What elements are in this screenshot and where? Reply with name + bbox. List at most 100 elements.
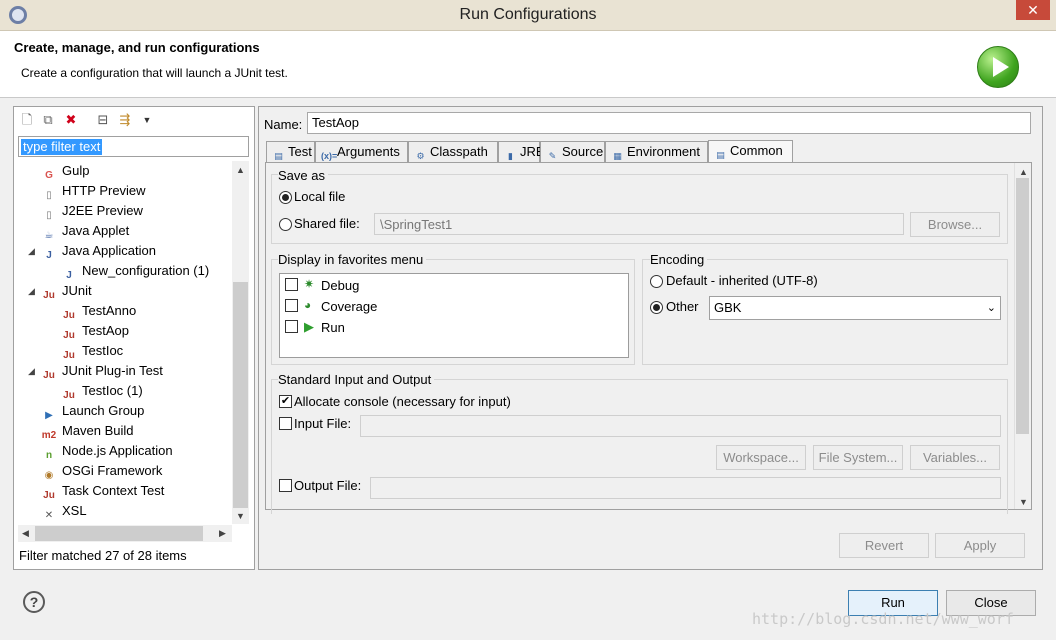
tab-test[interactable]: ▤ Test [266,141,315,162]
expand-toggle-icon[interactable]: ◢ [28,246,35,257]
tab-label: Common [730,143,783,158]
fav-debug-checkbox[interactable] [285,278,298,291]
scroll-left-icon[interactable]: ◀ [22,528,29,539]
scroll-down-icon[interactable]: ▼ [1019,497,1028,507]
output-file-checkbox[interactable] [279,479,292,492]
allocate-console-checkbox[interactable]: ✔ [279,395,292,408]
fav-debug-label: Debug [321,278,360,293]
local-file-radio[interactable] [279,191,292,204]
run-icon: ▶ [304,319,314,334]
tree-item[interactable]: ▯ J2EE Preview [41,202,143,221]
output-file-field[interactable] [370,477,1001,499]
tree-item[interactable]: m2 Maven Build [41,422,134,441]
tree-item[interactable]: n Node.js Application [41,442,173,461]
new-configuration-icon[interactable]: 🗋 [19,112,35,128]
tree-item[interactable]: Ju JUnit [41,282,91,301]
other-encoding-radio[interactable] [650,301,663,314]
java-application-icon: J [46,250,52,261]
tree-item-label: OSGi Framework [62,463,163,478]
tree-item[interactable]: ▶ Launch Group [41,402,144,421]
name-label: Name: [264,117,303,132]
local-file-label: Local file [294,189,346,204]
encoding-title: Encoding [650,252,708,267]
encoding-select[interactable]: GBK ⌄ [709,296,1001,320]
file-system-button[interactable]: File System... [813,445,903,470]
title-bar: Run Configurations [0,0,1056,31]
fav-coverage-checkbox[interactable] [285,299,298,312]
shared-file-field[interactable]: \SpringTest1 [374,213,904,235]
tree-item[interactable]: Ju TestAop [61,322,129,341]
stdio-title: Standard Input and Output [278,372,435,387]
tree-item[interactable]: Ju TestIoc [61,342,124,361]
scroll-right-icon[interactable]: ▶ [219,528,226,539]
chevron-down-icon: ⌄ [986,302,996,314]
tree-item[interactable]: J Java Application [41,242,156,261]
watermark: http://blog.csdn.net/www_worf [752,610,1014,628]
tree-item-label: TestIoc [82,343,124,358]
favorites-title: Display in favorites menu [278,252,427,267]
content-scroll-thumb[interactable] [1016,178,1029,434]
tree-item[interactable]: J New_configuration (1) [61,262,209,281]
window-close-button[interactable]: ✕ [1016,0,1050,20]
delete-icon[interactable]: ✖ [63,112,79,128]
tree-item[interactable]: ▯ HTTP Preview [41,182,146,201]
tree-item[interactable]: Ju TestIoc (1) [61,382,143,401]
tree-item[interactable]: ✕ XSL [41,502,87,521]
variables-button[interactable]: Variables... [910,445,1000,470]
expand-toggle-icon[interactable]: ◢ [28,366,35,377]
xsl-icon: ✕ [44,510,54,521]
scroll-down-icon[interactable]: ▼ [236,511,245,521]
tab-label: Source [562,144,604,159]
scroll-up-icon[interactable]: ▲ [236,165,245,175]
default-encoding-radio[interactable] [650,275,663,288]
help-icon[interactable]: ? [23,591,45,613]
other-encoding-label: Other [666,299,699,314]
tree-item-label: Java Applet [62,223,130,238]
filter-icon[interactable]: ⇶ [117,112,133,128]
allocate-console-label: Allocate console (necessary for input) [294,394,511,409]
input-file-label: Input File: [294,416,352,431]
tab-arguments[interactable]: (x)=Arguments [315,141,408,162]
tab-classpath[interactable]: ⚙ Classpath [408,141,498,162]
tree-item-label: TestAop [82,323,129,338]
revert-button[interactable]: Revert [839,533,929,558]
workspace-button[interactable]: Workspace... [716,445,806,470]
fav-run-checkbox[interactable] [285,320,298,333]
tree-hscroll-thumb[interactable] [35,526,203,541]
browse-button[interactable]: Browse... [910,212,1000,237]
tab-common[interactable]: ▤ Common [708,140,793,162]
tab-jre[interactable]: ▮ JRE [498,141,545,162]
tree-item[interactable]: Ju Task Context Test [41,482,164,501]
junit-icon: Ju [43,290,55,301]
tree-item-label: HTTP Preview [62,183,146,198]
tab-source[interactable]: ✎ Source [540,141,605,162]
tree-item-label: TestIoc (1) [82,383,143,398]
input-file-field[interactable] [360,415,1001,437]
collapse-all-icon[interactable]: ⊟ [95,112,111,128]
apply-button[interactable]: Apply [935,533,1025,558]
tree-item[interactable]: G Gulp [41,162,90,181]
tree-item[interactable]: ☕ Java Applet [41,222,130,241]
duplicate-icon[interactable]: ⧉ [40,112,56,128]
tab-environment[interactable]: ▦ Environment [605,141,708,162]
debug-icon: ✷ [304,277,315,291]
chevron-down-icon[interactable]: ▼ [139,112,155,128]
tree-item[interactable]: ◉ OSGi Framework [41,462,163,481]
coverage-icon: ◕ [304,298,312,312]
tree-scroll-thumb[interactable] [233,282,248,508]
filter-input[interactable]: type filter text [18,136,249,157]
tree-item-label: TestAnno [82,303,137,318]
shared-file-radio[interactable] [279,218,292,231]
name-input[interactable]: TestAop [307,112,1031,134]
expand-toggle-icon[interactable]: ◢ [28,286,35,297]
header-title: Create, manage, and run configurations [14,40,260,55]
tree-item[interactable]: Ju TestAnno [61,302,137,321]
tree-item[interactable]: Ju JUnit Plug-in Test [41,362,163,381]
save-as-title: Save as [278,168,328,183]
tab-label: Environment [627,144,700,159]
run-banner-icon [977,46,1019,88]
shared-file-value: \SpringTest1 [380,217,453,232]
tree-item-label: Gulp [62,163,90,178]
input-file-checkbox[interactable] [279,417,292,430]
scroll-up-icon[interactable]: ▲ [1019,167,1028,177]
